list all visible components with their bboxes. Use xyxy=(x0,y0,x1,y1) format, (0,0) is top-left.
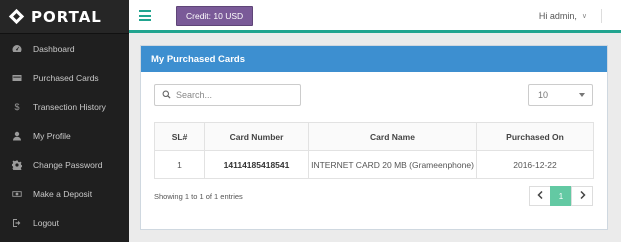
sidebar-nav: Dashboard Purchased Cards $ Transection … xyxy=(0,34,129,237)
search-icon xyxy=(162,90,171,101)
purchased-cards-panel: My Purchased Cards 10 SL# Card Number Ca… xyxy=(140,45,608,230)
diamond-compass-icon xyxy=(8,8,25,25)
pagination: 1 xyxy=(529,186,593,206)
hamburger-menu-icon[interactable] xyxy=(139,10,151,21)
cards-table: SL# Card Number Card Name Purchased On 1… xyxy=(154,122,594,179)
user-greeting: Hi admin, xyxy=(538,11,577,21)
cell-card-name: INTERNET CARD 20 MB (Grameenphone) xyxy=(308,150,477,179)
search-box[interactable] xyxy=(154,84,301,106)
sidebar-item-transection-history[interactable]: $ Transection History xyxy=(0,92,129,121)
dollar-icon: $ xyxy=(14,101,20,112)
column-header-purchased-on[interactable]: Purchased On xyxy=(476,122,594,151)
card-icon xyxy=(12,73,22,83)
cell-purchased-on: 2016-12-22 xyxy=(476,150,594,179)
cash-icon xyxy=(12,189,22,199)
search-input[interactable] xyxy=(176,90,296,100)
cell-sl: 1 xyxy=(154,150,205,179)
gear-icon xyxy=(12,160,22,170)
brand-name: PORTAL xyxy=(31,7,102,26)
sidebar-item-my-profile[interactable]: My Profile xyxy=(0,121,129,150)
chevron-down-icon: ∨ xyxy=(581,13,587,20)
brand[interactable]: PORTAL xyxy=(0,0,129,34)
dashboard-icon xyxy=(12,44,22,54)
page-size-select[interactable]: 10 xyxy=(528,84,593,106)
sidebar-item-change-password[interactable]: Change Password xyxy=(0,150,129,179)
chevron-right-icon xyxy=(579,190,586,201)
sidebar-item-label: Logout xyxy=(33,217,59,228)
cell-card-number: 14114185418541 xyxy=(204,150,309,179)
credit-button[interactable]: Credit: 10 USD xyxy=(176,6,254,26)
sidebar-item-logout[interactable]: Logout xyxy=(0,208,129,237)
sidebar-item-label: Transection History xyxy=(33,101,106,112)
caret-down-icon xyxy=(579,93,585,97)
table-info: Showing 1 to 1 of 1 entries xyxy=(154,192,243,201)
user-menu[interactable]: Hi admin, ∨ xyxy=(539,11,587,21)
sidebar-item-label: Purchased Cards xyxy=(33,72,99,83)
user-icon xyxy=(12,131,22,141)
sidebar-item-purchased-cards[interactable]: Purchased Cards xyxy=(0,63,129,92)
sidebar: PORTAL Dashboard Purchased Cards $ Trans… xyxy=(0,0,129,242)
panel-title: My Purchased Cards xyxy=(141,46,607,72)
sidebar-item-make-a-deposit[interactable]: Make a Deposit xyxy=(0,179,129,208)
next-page-button[interactable] xyxy=(571,186,593,206)
column-header-sl[interactable]: SL# xyxy=(154,122,205,151)
sidebar-item-label: Make a Deposit xyxy=(33,188,93,199)
sidebar-item-dashboard[interactable]: Dashboard xyxy=(0,34,129,63)
previous-page-button[interactable] xyxy=(529,186,551,206)
topbar: Credit: 10 USD Hi admin, ∨ xyxy=(129,0,621,33)
page-button-current[interactable]: 1 xyxy=(550,186,572,206)
table-header-row: SL# Card Number Card Name Purchased On xyxy=(154,122,594,151)
sidebar-item-label: My Profile xyxy=(33,130,71,141)
chevron-left-icon xyxy=(536,190,544,201)
column-header-card-number[interactable]: Card Number xyxy=(204,122,309,151)
table-row: 1 14114185418541 INTERNET CARD 20 MB (Gr… xyxy=(154,150,594,179)
sidebar-item-label: Change Password xyxy=(33,159,103,170)
sidebar-item-label: Dashboard xyxy=(33,43,75,54)
logout-icon xyxy=(12,218,22,228)
column-header-card-name[interactable]: Card Name xyxy=(308,122,477,151)
topbar-divider xyxy=(601,9,602,23)
page-size-value: 10 xyxy=(538,90,549,100)
